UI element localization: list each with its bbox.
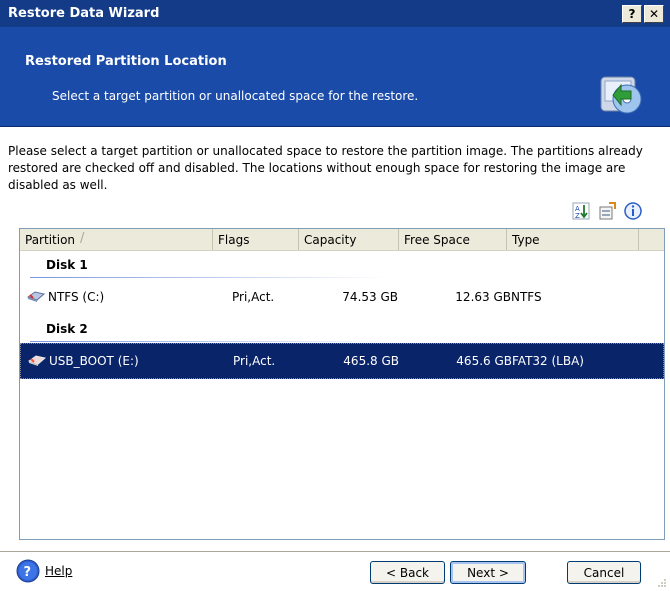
help-label: Help <box>45 564 73 578</box>
column-type[interactable]: Type <box>507 229 639 250</box>
resize-grip-icon[interactable] <box>657 578 667 588</box>
header-subtitle: Select a target partition or unallocated… <box>52 89 419 103</box>
flags-cell: Pri,Act. <box>232 290 275 304</box>
help-title-button[interactable]: ? <box>622 4 642 23</box>
column-capacity-label: Capacity <box>304 232 357 247</box>
svg-text:?: ? <box>24 565 32 580</box>
partition-name: NTFS (C:) <box>48 290 105 304</box>
svg-text:Z: Z <box>575 212 580 220</box>
flags-cell: Pri,Act. <box>233 354 276 368</box>
partition-list[interactable]: Partition / Flags Capacity Free Space Ty… <box>19 228 665 540</box>
instructions-text: Please select a target partition or unal… <box>8 144 643 192</box>
column-free-space-label: Free Space <box>404 232 470 247</box>
cancel-button[interactable]: Cancel <box>567 561 641 584</box>
column-flags[interactable]: Flags <box>213 229 299 250</box>
sort-icon[interactable]: A Z <box>572 202 590 220</box>
info-icon[interactable] <box>624 202 642 220</box>
group-disk-2: Disk 2 <box>20 315 664 343</box>
back-button[interactable]: < Back <box>370 561 445 584</box>
column-capacity[interactable]: Capacity <box>299 229 399 250</box>
restore-disk-icon <box>600 76 642 114</box>
column-partition-label: Partition <box>25 232 76 247</box>
column-flags-label: Flags <box>218 232 250 247</box>
list-item[interactable]: NTFS (C:) Pri,Act. 74.53 GB 12.63 GB NTF… <box>20 279 664 315</box>
capacity-cell: 465.8 GB <box>343 354 399 368</box>
list-toolbar: A Z <box>572 202 642 220</box>
help-link[interactable]: ? Help <box>16 559 72 583</box>
window-title: Restore Data Wizard <box>8 6 160 21</box>
help-icon: ? <box>16 559 40 583</box>
column-type-label: Type <box>512 232 540 247</box>
column-partition[interactable]: Partition / <box>20 229 213 250</box>
group-divider <box>30 277 388 278</box>
partition-icon <box>26 291 46 302</box>
title-bar: Restore Data Wizard ? ✕ <box>0 0 670 27</box>
partition-name-cell: USB_BOOT (E:) <box>27 344 139 378</box>
group-label: Disk 2 <box>46 322 88 336</box>
group-disk-1: Disk 1 <box>20 251 664 279</box>
list-item[interactable]: USB_BOOT (E:) Pri,Act. 465.8 GB 465.6 GB… <box>20 343 664 379</box>
type-cell: FAT32 (LBA) <box>512 354 584 368</box>
free-space-cell: 465.6 GB <box>456 354 512 368</box>
group-divider <box>30 341 388 342</box>
column-free-space[interactable]: Free Space <box>399 229 507 250</box>
free-space-cell: 12.63 GB <box>455 290 511 304</box>
next-button[interactable]: Next > <box>450 561 526 584</box>
title-bar-buttons: ? ✕ <box>622 4 664 23</box>
properties-icon[interactable] <box>598 202 616 220</box>
header-title: Restored Partition Location <box>25 54 227 69</box>
partition-name-cell: NTFS (C:) <box>26 279 104 315</box>
partition-name: USB_BOOT (E:) <box>49 354 139 368</box>
type-cell: NTFS <box>511 290 542 304</box>
partition-icon <box>27 355 47 366</box>
footer-divider <box>0 551 670 553</box>
group-label: Disk 1 <box>46 258 88 272</box>
sort-indicator-icon: / <box>80 231 85 246</box>
close-button[interactable]: ✕ <box>644 4 664 23</box>
list-header: Partition / Flags Capacity Free Space Ty… <box>20 229 664 251</box>
wizard-header: Restored Partition Location Select a tar… <box>0 27 670 127</box>
capacity-cell: 74.53 GB <box>342 290 398 304</box>
